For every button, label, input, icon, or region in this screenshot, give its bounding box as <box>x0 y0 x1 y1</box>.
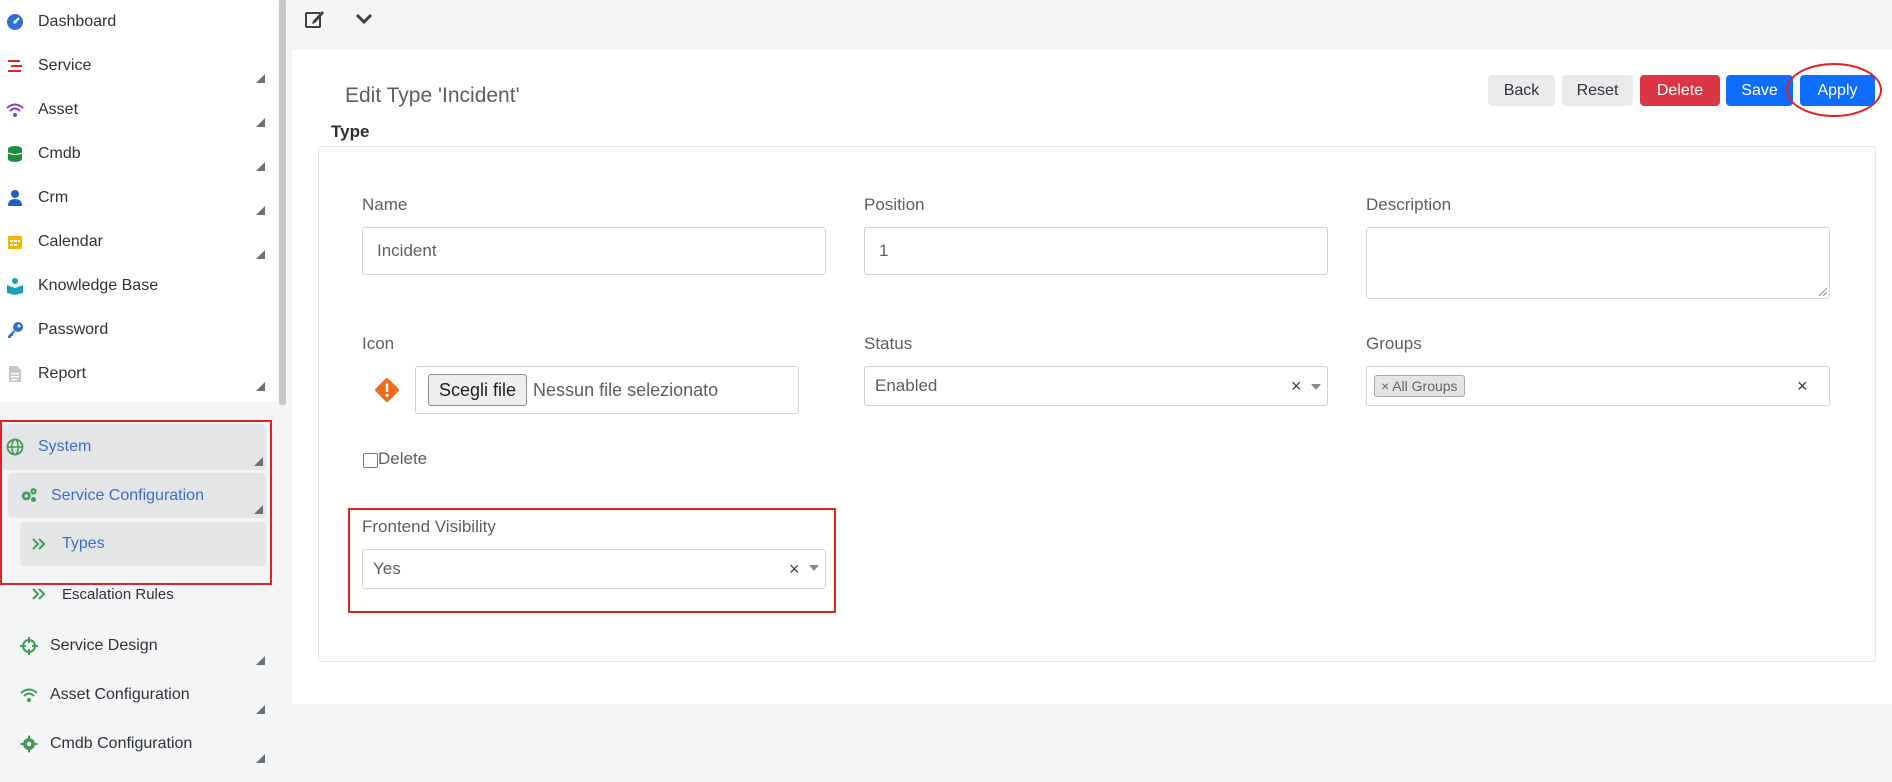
sidebar-item-service[interactable]: Service <box>0 44 270 88</box>
sidebar-item-dashboard[interactable]: Dashboard <box>0 0 270 44</box>
calendar-icon <box>6 233 24 251</box>
warning-icon <box>374 377 400 403</box>
sidebar-item-label: Escalation Rules <box>62 585 174 603</box>
clear-icon[interactable]: × <box>1291 376 1302 397</box>
database-icon <box>6 145 24 163</box>
expand-caret-icon[interactable] <box>256 382 265 391</box>
file-input[interactable]: Scegli file Nessun file selezionato <box>415 366 799 414</box>
resize-grip-icon[interactable] <box>1817 286 1827 296</box>
sidebar-item-cmdb-configuration[interactable]: Cmdb Configuration <box>18 732 268 763</box>
system-highlight-box <box>0 420 272 585</box>
dropdown-arrow-icon[interactable] <box>1311 384 1321 390</box>
sidebar-item-label: Dashboard <box>38 13 117 30</box>
edit-icon[interactable] <box>302 6 328 32</box>
sidebar-item-label: Asset Configuration <box>50 686 190 703</box>
back-button[interactable]: Back <box>1488 75 1555 106</box>
list-icon <box>6 57 24 75</box>
sidebar-item-label: Service Design <box>50 637 158 654</box>
sidebar-item-asset[interactable]: Asset <box>0 88 270 132</box>
sidebar-item-cmdb[interactable]: Cmdb <box>0 132 270 176</box>
expand-caret-icon[interactable] <box>256 656 265 665</box>
reader-icon <box>6 277 24 295</box>
frontend-visibility-value: Yes <box>373 559 401 578</box>
file-status: Nessun file selezionato <box>533 379 719 400</box>
frontend-visibility-select[interactable]: Yes × <box>362 549 826 589</box>
sidebar-item-crm[interactable]: Crm <box>0 176 270 220</box>
status-label: Status <box>864 334 913 353</box>
user-tie-icon <box>6 189 24 207</box>
expand-caret-icon[interactable] <box>256 118 265 127</box>
wifi-icon <box>6 101 24 119</box>
sidebar-item-label: Password <box>38 321 109 338</box>
expand-caret-icon[interactable] <box>256 74 265 83</box>
delete-button[interactable]: Delete <box>1640 75 1720 106</box>
sidebar-item-knowledge-base[interactable]: Knowledge Base <box>0 264 270 308</box>
wifi-icon <box>20 686 38 704</box>
sidebar-item-report[interactable]: Report <box>0 352 270 396</box>
remove-tag-icon[interactable]: × <box>1381 378 1389 394</box>
delete-checkbox-label: Delete <box>378 449 428 468</box>
choose-file-button[interactable]: Scegli file <box>428 374 528 406</box>
crosshairs-icon <box>20 637 38 655</box>
sidebar-item-label: Report <box>38 365 87 382</box>
clear-icon[interactable]: × <box>1797 376 1808 397</box>
icon-label: Icon <box>362 334 395 353</box>
reset-button[interactable]: Reset <box>1562 75 1633 106</box>
sidebar-item-password[interactable]: Password <box>0 308 270 352</box>
status-value: Enabled <box>875 376 938 395</box>
save-button[interactable]: Save <box>1726 75 1793 106</box>
sidebar-item-service-design[interactable]: Service Design <box>18 634 268 665</box>
sidebar-item-calendar[interactable]: Calendar <box>0 220 270 264</box>
sidebar-item-label: Cmdb <box>38 145 81 162</box>
groups-tag-label: All Groups <box>1392 378 1458 394</box>
delete-checkbox[interactable] <box>363 453 378 468</box>
key-icon <box>6 321 24 339</box>
expand-caret-icon[interactable] <box>256 705 265 714</box>
apply-highlight-ring <box>1786 63 1882 117</box>
groups-label: Groups <box>1366 334 1422 353</box>
groups-select[interactable]: × All Groups × <box>1366 366 1830 406</box>
clear-icon[interactable]: × <box>789 559 800 580</box>
file-icon <box>6 365 24 383</box>
description-label: Description <box>1366 195 1452 214</box>
position-label: Position <box>864 195 925 214</box>
expand-caret-icon[interactable] <box>256 250 265 259</box>
description-textarea[interactable] <box>1366 227 1830 299</box>
name-input[interactable]: Incident <box>362 227 826 275</box>
gear-icon <box>20 735 38 753</box>
sidebar-item-asset-configuration[interactable]: Asset Configuration <box>18 683 268 714</box>
status-select[interactable]: Enabled × <box>864 366 1328 406</box>
name-label: Name <box>362 195 408 214</box>
sidebar-scrollbar[interactable] <box>279 0 286 405</box>
sidebar-item-label: Knowledge Base <box>38 277 159 294</box>
frontend-visibility-label: Frontend Visibility <box>362 517 496 536</box>
double-chevron-right-icon <box>30 585 48 603</box>
sidebar-item-label: Asset <box>38 101 79 118</box>
dropdown-arrow-icon[interactable] <box>809 565 819 571</box>
page-title: Edit Type 'Incident' <box>345 84 520 107</box>
gauge-icon <box>6 13 24 31</box>
sidebar-item-label: Cmdb Configuration <box>50 735 193 752</box>
position-input[interactable]: 1 <box>864 227 1328 275</box>
section-label: Type <box>331 122 370 141</box>
expand-caret-icon[interactable] <box>256 754 265 763</box>
expand-caret-icon[interactable] <box>256 206 265 215</box>
expand-caret-icon[interactable] <box>256 162 265 171</box>
sidebar: Dashboard Service Asset Cmdb Crm Calenda <box>0 0 278 782</box>
chevron-down-icon[interactable] <box>351 6 377 32</box>
groups-tag: × All Groups <box>1374 375 1465 397</box>
sidebar-item-label: Service <box>38 57 92 74</box>
sidebar-item-label: Crm <box>38 189 69 206</box>
sidebar-item-label: Calendar <box>38 233 103 250</box>
